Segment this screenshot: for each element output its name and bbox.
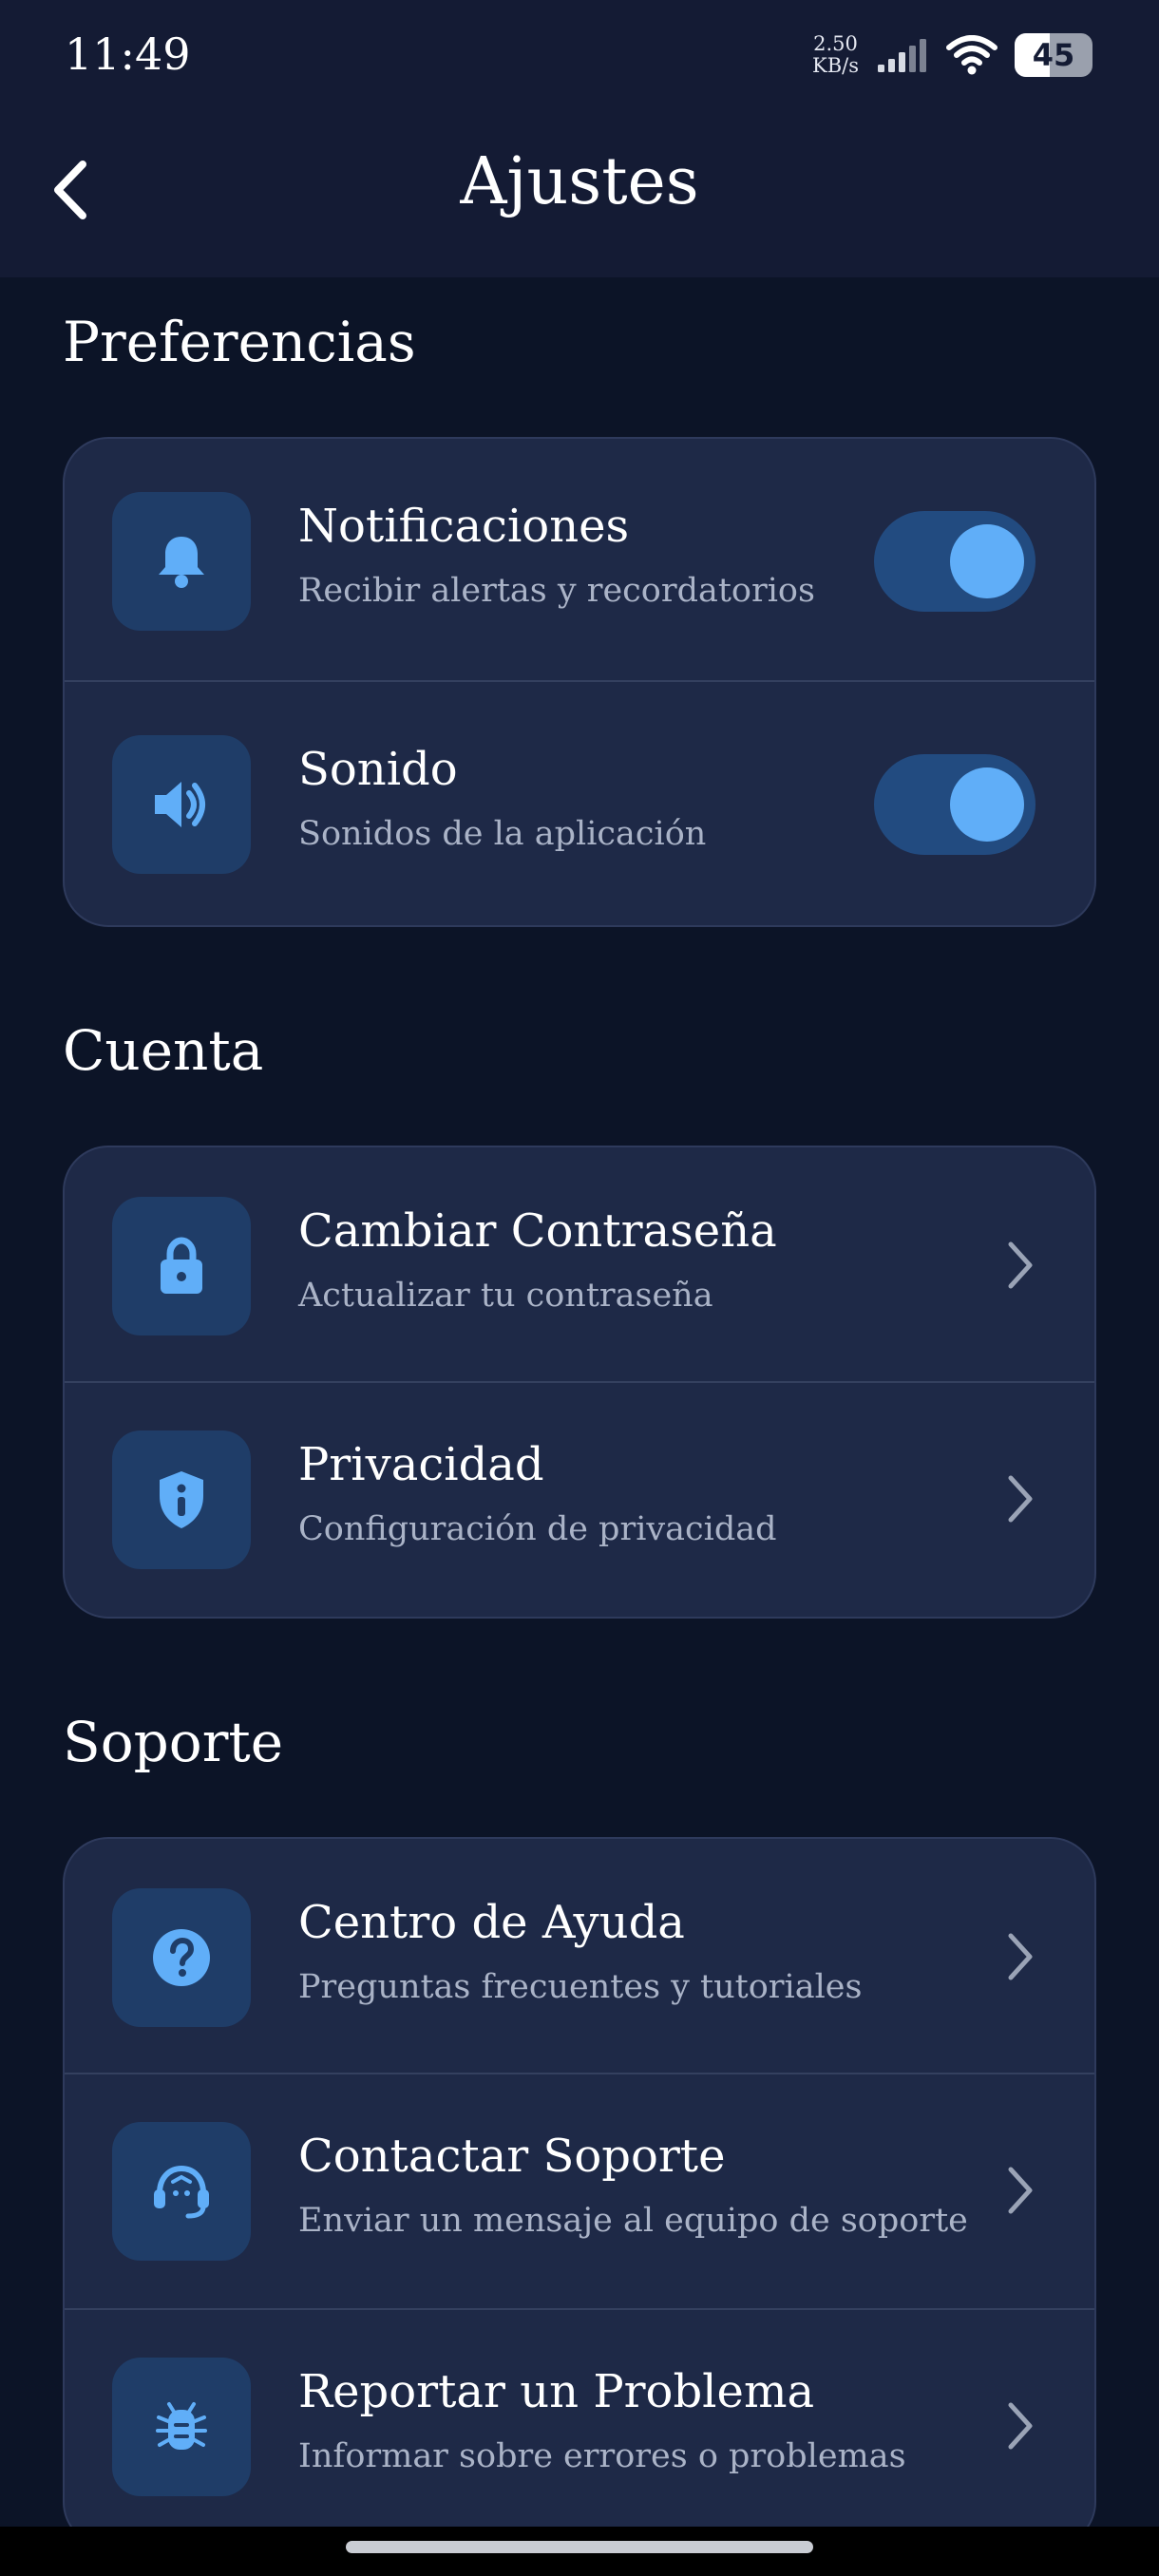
page-title: Ajustes — [460, 144, 699, 219]
row-title: Sonido — [298, 743, 458, 796]
row-subtitle: Sonidos de la aplicación — [298, 815, 707, 853]
notifications-toggle[interactable] — [874, 511, 1036, 612]
chevron-right-icon — [1008, 1241, 1033, 1289]
home-indicator[interactable] — [346, 2541, 813, 2553]
preferences-card: Notificaciones Recibir alertas y recorda… — [63, 437, 1096, 927]
wifi-icon — [946, 35, 998, 75]
row-title: Contactar Soporte — [298, 2130, 726, 2183]
row-title: Reportar un Problema — [298, 2365, 815, 2418]
network-speed-unit: KB/s — [812, 54, 859, 77]
status-icons: 2.50 KB/s 45 — [812, 28, 1092, 82]
row-subtitle: Preguntas frecuentes y tutoriales — [298, 1968, 863, 2006]
settings-row-privacy[interactable]: Privacidad Configuración de privacidad — [65, 1383, 1094, 1617]
battery-icon: 45 — [1015, 33, 1092, 77]
volume-icon — [112, 735, 251, 874]
settings-row-report-problem[interactable]: Reportar un Problema Informar sobre erro… — [65, 2310, 1094, 2546]
settings-row-contact-support[interactable]: Contactar Soporte Enviar un mensaje al e… — [65, 2074, 1094, 2310]
section-title-cuenta: Cuenta — [63, 1018, 264, 1083]
shield-info-icon — [112, 1430, 251, 1569]
settings-row-help-center[interactable]: Centro de Ayuda Preguntas frecuentes y t… — [65, 1839, 1094, 2074]
row-subtitle: Enviar un mensaje al equipo de soporte — [298, 2202, 968, 2240]
chevron-right-icon — [1008, 1933, 1033, 1980]
network-speed-value: 2.50 — [813, 32, 858, 55]
row-subtitle: Informar sobre errores o problemas — [298, 2437, 906, 2475]
sound-toggle[interactable] — [874, 754, 1036, 855]
chevron-right-icon — [1008, 1475, 1033, 1523]
row-title: Cambiar Contraseña — [298, 1204, 777, 1258]
bug-icon — [112, 2358, 251, 2496]
app-header: 11:49 2.50 KB/s 45 Ajustes — [0, 0, 1159, 277]
row-subtitle: Configuración de privacidad — [298, 1510, 777, 1548]
row-title: Notificaciones — [298, 500, 630, 553]
row-subtitle: Recibir alertas y recordatorios — [298, 572, 815, 610]
toggle-knob — [950, 524, 1024, 598]
row-title: Privacidad — [298, 1438, 544, 1491]
signal-icon — [876, 38, 929, 72]
lock-icon — [112, 1197, 251, 1335]
section-title-preferencias: Preferencias — [63, 310, 416, 374]
row-subtitle: Actualizar tu contraseña — [298, 1277, 713, 1315]
account-card: Cambiar Contraseña Actualizar tu contras… — [63, 1146, 1096, 1619]
support-card: Centro de Ayuda Preguntas frecuentes y t… — [63, 1837, 1096, 2548]
section-title-soporte: Soporte — [63, 1710, 284, 1774]
chevron-right-icon — [1008, 2167, 1033, 2214]
settings-screen: 11:49 2.50 KB/s 45 Ajustes Preferencias … — [0, 0, 1159, 2576]
settings-row-sound[interactable]: Sonido Sonidos de la aplicación — [65, 682, 1094, 925]
settings-row-change-password[interactable]: Cambiar Contraseña Actualizar tu contras… — [65, 1147, 1094, 1383]
toggle-knob — [950, 767, 1024, 842]
help-circle-icon — [112, 1888, 251, 2027]
row-title: Centro de Ayuda — [298, 1896, 685, 1949]
status-time: 11:49 — [65, 28, 191, 80]
settings-row-notifications[interactable]: Notificaciones Recibir alertas y recorda… — [65, 439, 1094, 682]
battery-level: 45 — [1032, 37, 1075, 73]
bell-icon — [112, 492, 251, 631]
headset-icon — [112, 2122, 251, 2261]
network-speed: 2.50 KB/s — [812, 33, 859, 77]
chevron-right-icon — [1008, 2402, 1033, 2450]
